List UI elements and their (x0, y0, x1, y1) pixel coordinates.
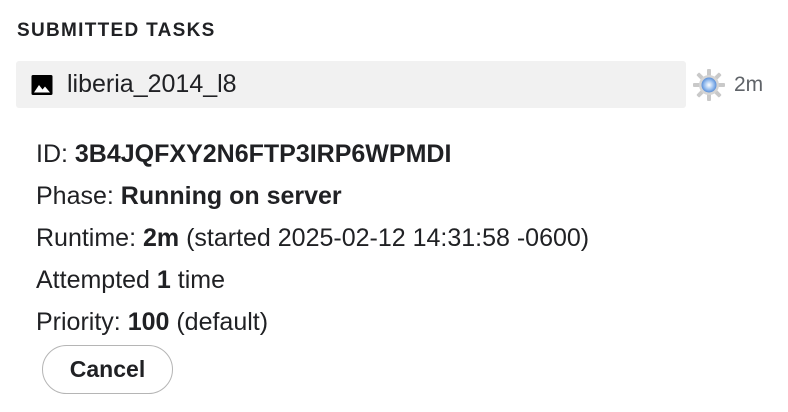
task-id-line: ID: 3B4JQFXY2N6FTP3IRP6WPMDI (36, 133, 589, 175)
task-details: ID: 3B4JQFXY2N6FTP3IRP6WPMDI Phase: Runn… (36, 133, 589, 343)
task-priority-value: 100 (127, 308, 170, 336)
task-phase-label: Phase: (36, 182, 121, 210)
task-phase-line: Phase: Running on server (36, 175, 589, 217)
task-id-value: 3B4JQFXY2N6FTP3IRP6WPMDI (74, 140, 452, 168)
task-priority-label: Priority: (36, 308, 128, 336)
task-runtime-value: 2m (142, 224, 180, 252)
task-attempted-count: 1 (156, 266, 171, 294)
cancel-button[interactable]: Cancel (42, 345, 173, 394)
task-attempted-suffix: time (170, 266, 225, 294)
section-title: SUBMITTED TASKS (17, 20, 216, 41)
status-duration: 2m (734, 73, 764, 96)
image-icon (29, 72, 55, 98)
task-attempted-prefix: Attempted (36, 266, 157, 294)
task-id-label: ID: (36, 140, 75, 168)
task-runtime-started: (started 2025-02-12 14:31:58 -0600) (179, 224, 590, 252)
task-phase-value: Running on server (120, 182, 342, 210)
task-row[interactable]: liberia_2014_l8 (16, 61, 686, 108)
tasks-panel: SUBMITTED TASKS liberia_2014_l8 2m ID: 3… (0, 0, 788, 412)
task-attempted-line: Attempted 1 time (36, 259, 589, 301)
task-priority-suffix: (default) (169, 308, 269, 336)
task-priority-line: Priority: 100 (default) (36, 301, 589, 343)
task-name: liberia_2014_l8 (67, 70, 237, 98)
spinner-gear-icon (692, 68, 726, 102)
task-runtime-label: Runtime: (36, 224, 143, 252)
task-runtime-line: Runtime: 2m (started 2025-02-12 14:31:58… (36, 217, 589, 259)
